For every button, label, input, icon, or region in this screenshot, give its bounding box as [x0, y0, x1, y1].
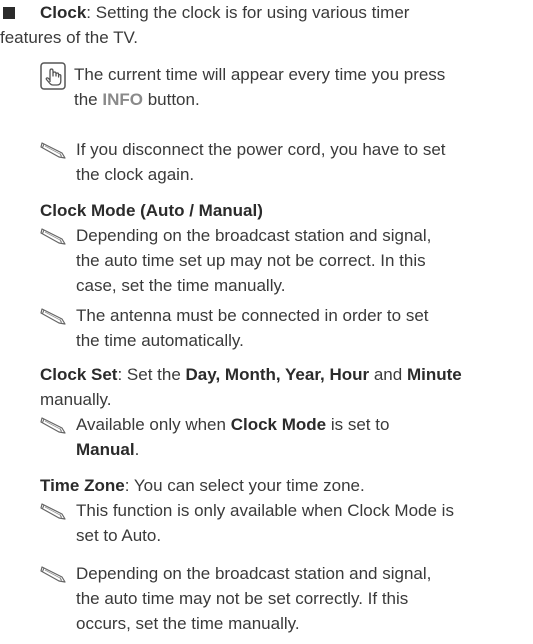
clock-mode-note2-line1: The antenna must be connected in order t… — [76, 306, 429, 325]
pencil-note-icon — [40, 308, 66, 325]
pencil-note-icon — [40, 228, 66, 245]
time-zone-description: Time Zone: You can select your time zone… — [40, 473, 520, 498]
clock-set-bold2: Minute — [406, 365, 462, 384]
clock-set-note-pre: Available only when — [76, 415, 231, 434]
clock-mode-heading: Clock Mode (Auto / Manual) — [40, 201, 263, 220]
clock-set-description: Clock Set: Set the Day, Month, Year, Hou… — [40, 362, 530, 412]
pencil-note-icon — [40, 417, 66, 434]
tip-line2-pre: the — [74, 90, 103, 109]
info-button-label: INFO — [102, 90, 143, 109]
power-cord-note: If you disconnect the power cord, you ha… — [40, 137, 520, 189]
clock-mode-note-1: Depending on the broadcast station and s… — [40, 223, 520, 298]
time-zone-note-2: Depending on the broadcast station and s… — [40, 561, 520, 639]
clock-set-note-bold1: Clock Mode — [230, 415, 327, 434]
tip-line1: The current time will appear every time … — [74, 65, 446, 84]
power-note-line2: the clock again. — [76, 165, 195, 184]
pencil-note-icon — [40, 142, 66, 159]
manual-page: Clock: Setting the clock is for using va… — [0, 0, 533, 644]
clock-mode-note1-line1: Depending on the broadcast station and s… — [76, 226, 432, 245]
time-zone-desc: : You can select your time zone. — [124, 476, 365, 495]
clock-mode-note1-line3: case, set the time manually. — [76, 276, 286, 295]
clock-set-note-bold2: Manual — [76, 440, 135, 459]
hand-touch-icon — [40, 62, 66, 90]
clock-mode-note1-line2: the auto time set up may not be correct.… — [76, 251, 426, 270]
clock-description: Clock: Setting the clock is for using va… — [0, 0, 510, 50]
clock-set-term: Clock Set — [40, 365, 118, 384]
pencil-note-icon — [40, 503, 66, 520]
time-zone-note2-line1: Depending on the broadcast station and s… — [76, 564, 432, 583]
clock-set-bold1: Day, Month, Year, Hour — [185, 365, 370, 384]
clock-mode-note-2: The antenna must be connected in order t… — [40, 303, 520, 355]
clock-mode-note2-line2: the time automatically. — [76, 331, 244, 350]
pencil-note-icon — [40, 566, 66, 583]
time-zone-note2-line3: occurs, set the time manually. — [76, 614, 300, 633]
clock-set-note-mid: is set to — [326, 415, 390, 434]
time-zone-note2-line2: the auto time may not be set correctly. … — [76, 589, 409, 608]
clock-set-desc-line2: manually. — [40, 390, 112, 409]
time-zone-note1-line1: This function is only available when Clo… — [76, 501, 454, 520]
clock-term: Clock — [40, 3, 87, 22]
tip-line2-post: button. — [142, 90, 200, 109]
clock-set-note: Available only when Clock Mode is set to… — [40, 412, 520, 464]
square-bullet-icon — [3, 7, 15, 19]
clock-desc-line1: : Setting the clock is for using various… — [86, 3, 410, 22]
clock-desc-line2: features of the TV. — [0, 28, 138, 47]
clock-set-desc-pre: : Set the — [117, 365, 186, 384]
time-zone-note-1: This function is only available when Clo… — [40, 498, 520, 550]
time-zone-note1-line2: set to Auto. — [76, 526, 162, 545]
clock-set-desc-mid: and — [369, 365, 407, 384]
time-zone-term: Time Zone — [40, 476, 125, 495]
clock-tip: The current time will appear every time … — [40, 62, 520, 114]
clock-set-note-post: . — [134, 440, 140, 459]
power-note-line1: If you disconnect the power cord, you ha… — [76, 140, 446, 159]
